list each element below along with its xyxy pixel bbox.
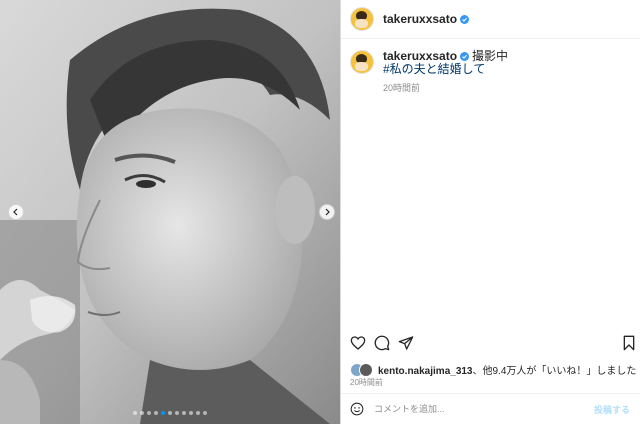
header-username[interactable]: takeruxxsato: [383, 12, 457, 26]
post-sidebar: takeruxxsato takeruxxsato 撮影中 #私の夫と結婚して 2…: [341, 0, 640, 424]
carousel-dot: [175, 411, 179, 415]
carousel-dot: [203, 411, 207, 415]
post-photo: [0, 0, 340, 424]
chevron-right-icon: [325, 208, 330, 216]
caption-avatar[interactable]: [350, 50, 374, 74]
carousel-prev-button[interactable]: [8, 204, 24, 220]
caption-text: 撮影中: [472, 49, 509, 63]
post-modal: takeruxxsato takeruxxsato 撮影中 #私の夫と結婚して 2…: [0, 0, 640, 424]
comment-icon[interactable]: [374, 335, 390, 351]
verified-badge-icon: [460, 52, 470, 62]
likes-summary: kento.nakajima_313、他9.4万人が「いいね！」しました: [350, 362, 636, 377]
likes-text: kento.nakajima_313、他9.4万人が「いいね！」しました: [378, 362, 636, 377]
comment-input[interactable]: [374, 402, 584, 416]
carousel-dot: [154, 411, 158, 415]
caption: takeruxxsato 撮影中 #私の夫と結婚して 20時間前: [350, 50, 508, 95]
bookmark-icon[interactable]: [621, 335, 637, 351]
carousel-dot: [168, 411, 172, 415]
carousel-dot: [140, 411, 144, 415]
carousel-dot: [189, 411, 193, 415]
post-header: takeruxxsato: [341, 0, 640, 39]
chevron-left-icon: [13, 208, 18, 216]
avatar[interactable]: [350, 7, 374, 31]
caption-username[interactable]: takeruxxsato: [383, 49, 457, 63]
caption-body: takeruxxsato 撮影中 #私の夫と結婚して 20時間前: [383, 50, 508, 95]
heart-icon[interactable]: [350, 335, 366, 351]
post-media: [0, 0, 340, 424]
paper-plane-icon[interactable]: [398, 335, 414, 351]
post-timestamp[interactable]: 20時間前: [350, 377, 383, 388]
carousel-dot-active: [161, 411, 165, 415]
carousel-next-button[interactable]: [319, 204, 335, 220]
carousel-indicator: [0, 411, 340, 415]
carousel-dot: [182, 411, 186, 415]
caption-timestamp[interactable]: 20時間前: [383, 82, 508, 95]
comment-bar: 投稿する: [341, 393, 640, 425]
carousel-dot: [196, 411, 200, 415]
action-bar: [350, 335, 635, 353]
carousel-dot: [147, 411, 151, 415]
hashtag-link[interactable]: #私の夫と結婚して: [383, 63, 508, 76]
verified-badge-icon: [460, 14, 470, 24]
carousel-dot: [133, 411, 137, 415]
smiley-icon[interactable]: [350, 402, 364, 416]
liker-avatar: [359, 362, 373, 377]
likes-username[interactable]: kento.nakajima_313: [378, 366, 473, 377]
likes-count-text[interactable]: 、他9.4万人が「いいね！」しました: [473, 366, 637, 377]
post-comment-button[interactable]: 投稿する: [594, 403, 630, 416]
